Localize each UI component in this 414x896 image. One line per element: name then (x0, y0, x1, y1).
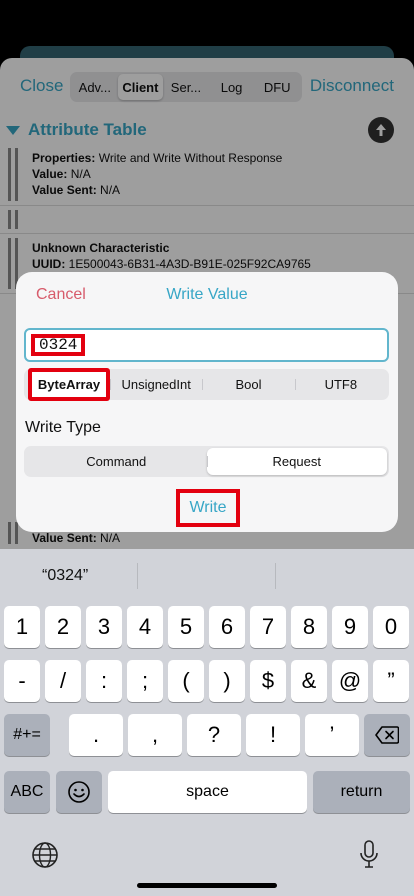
write-type-request[interactable]: Request (206, 448, 387, 475)
key-1[interactable]: 1 (4, 606, 40, 648)
emoji-icon (68, 781, 90, 803)
value-input[interactable]: 0324 (24, 328, 389, 362)
suggestion-bar: “0324” (0, 549, 414, 601)
write-button[interactable]: Write (176, 489, 240, 527)
key-space[interactable]: space (108, 771, 307, 813)
key-comma[interactable]: , (128, 714, 182, 756)
suggestion-item[interactable]: “0324” (42, 567, 88, 585)
globe-icon[interactable] (31, 841, 59, 869)
write-type-segmented-control: Command Request (24, 446, 389, 477)
home-indicator[interactable] (137, 883, 277, 888)
key-6[interactable]: 6 (209, 606, 245, 648)
key-0[interactable]: 0 (373, 606, 409, 648)
key-question[interactable]: ? (187, 714, 241, 756)
key-symbols-toggle[interactable]: #+= (4, 714, 50, 756)
suggestion-divider (137, 563, 138, 589)
key-abc[interactable]: ABC (4, 771, 50, 813)
format-utf8[interactable]: UTF8 (294, 371, 387, 398)
format-segmented-control: ByteArray UnsignedInt Bool UTF8 (24, 368, 389, 401)
suggestion-divider (275, 563, 276, 589)
key-exclamation[interactable]: ! (246, 714, 300, 756)
key-close-paren[interactable]: ) (209, 660, 245, 702)
key-at[interactable]: @ (332, 660, 368, 702)
format-bool[interactable]: Bool (202, 371, 294, 398)
keyboard: “0324” 1 2 3 4 5 6 7 8 9 0 - / : ; ( ) $… (0, 549, 414, 896)
key-8[interactable]: 8 (291, 606, 327, 648)
key-dollar[interactable]: $ (250, 660, 286, 702)
key-4[interactable]: 4 (127, 606, 163, 648)
write-type-command[interactable]: Command (26, 448, 207, 475)
key-7[interactable]: 7 (250, 606, 286, 648)
key-hyphen[interactable]: - (4, 660, 40, 702)
key-open-paren[interactable]: ( (168, 660, 204, 702)
key-quote[interactable]: ” (373, 660, 409, 702)
write-type-label: Write Type (25, 419, 101, 436)
key-semicolon[interactable]: ; (127, 660, 163, 702)
mic-icon[interactable] (358, 839, 380, 871)
format-bytearray[interactable]: ByteArray (28, 368, 110, 401)
key-return[interactable]: return (313, 771, 410, 813)
dialog-title: Write Value (166, 286, 248, 303)
value-input-text[interactable]: 0324 (31, 334, 86, 356)
delete-icon (375, 726, 399, 744)
key-slash[interactable]: / (45, 660, 81, 702)
format-unsignedint[interactable]: UnsignedInt (110, 371, 202, 398)
key-delete[interactable] (364, 714, 410, 756)
key-emoji[interactable] (56, 771, 102, 813)
key-colon[interactable]: : (86, 660, 122, 702)
write-value-dialog: Cancel Write Value 0324 ByteArray Unsign… (16, 272, 398, 532)
key-ampersand[interactable]: & (291, 660, 327, 702)
key-3[interactable]: 3 (86, 606, 122, 648)
key-9[interactable]: 9 (332, 606, 368, 648)
key-5[interactable]: 5 (168, 606, 204, 648)
key-period[interactable]: . (69, 714, 123, 756)
key-apostrophe[interactable]: ’ (305, 714, 359, 756)
key-2[interactable]: 2 (45, 606, 81, 648)
